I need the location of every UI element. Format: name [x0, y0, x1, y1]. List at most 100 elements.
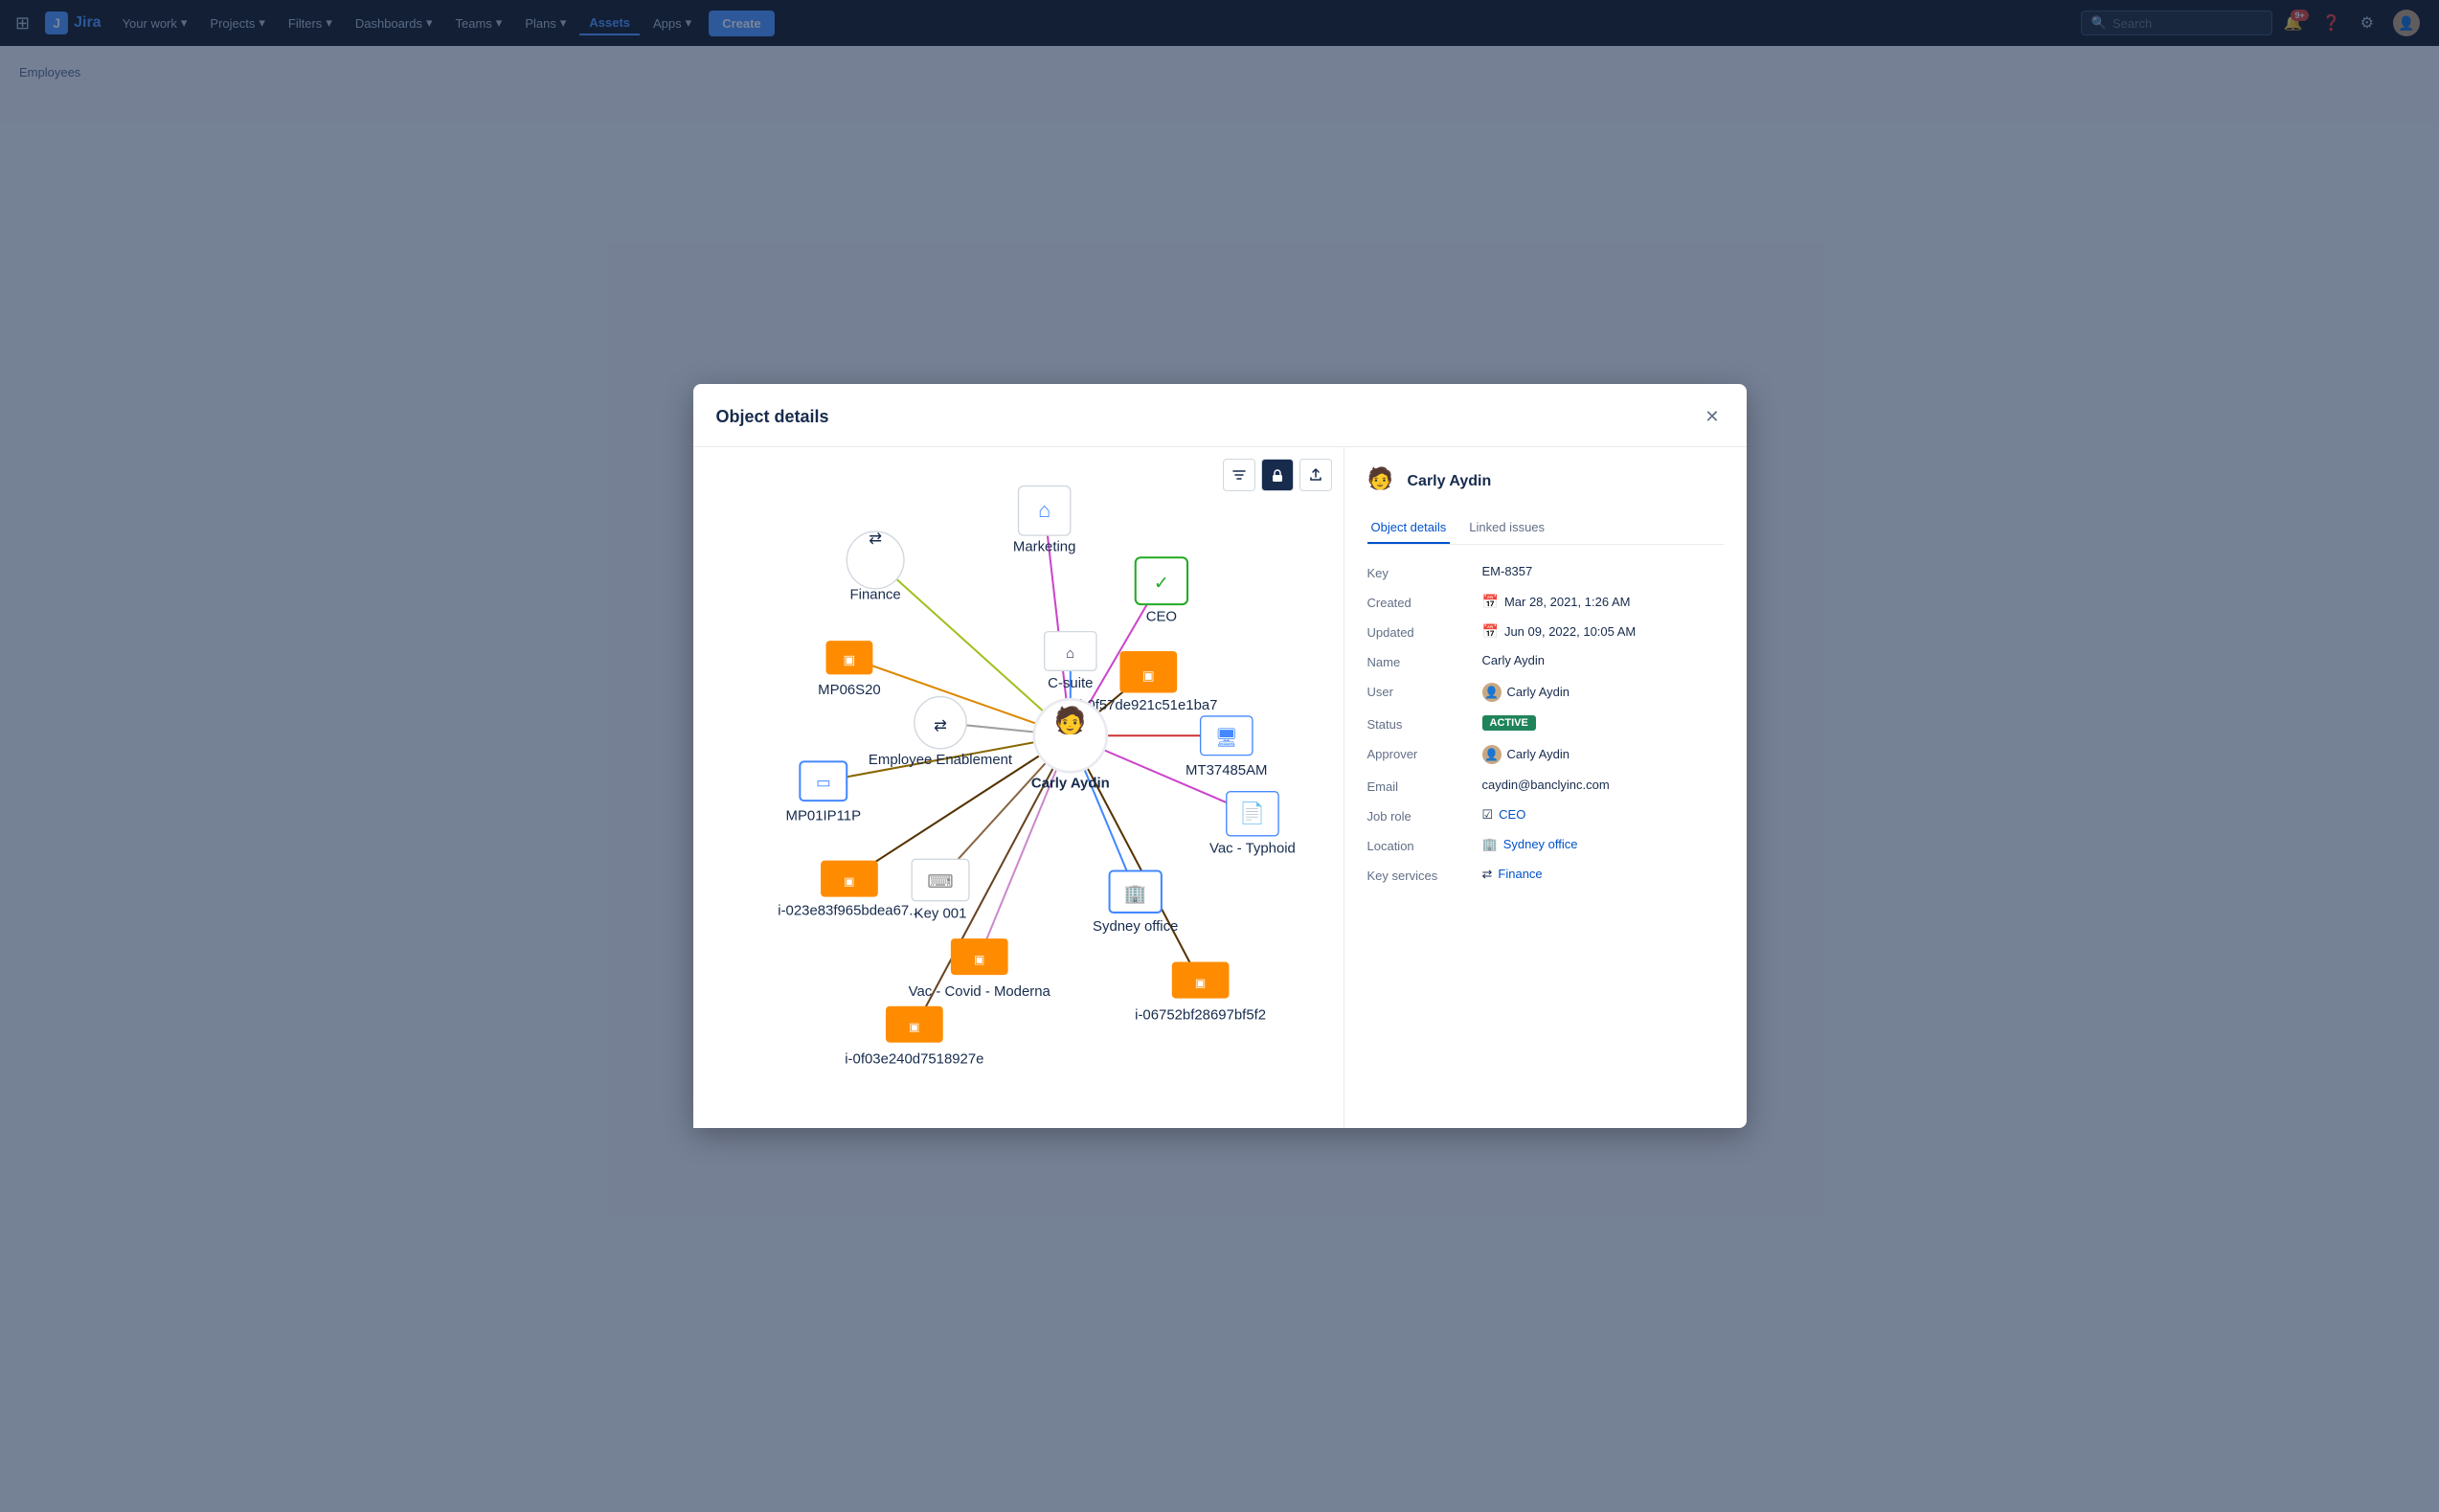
location-value: 🏢 Sydney office: [1482, 837, 1724, 852]
graph-panel: ⇄ Finance ⌂ Marketing ✓ CEO ⌂ C-suite: [693, 447, 1344, 1128]
user-avatar: 👤: [1482, 683, 1502, 702]
mt37485am-label: MT37485AM: [1186, 762, 1267, 779]
filter-tool-button[interactable]: [1223, 459, 1255, 491]
email-label: Email: [1367, 778, 1482, 794]
svg-text:⇄: ⇄: [934, 717, 947, 734]
svg-text:⌂: ⌂: [1066, 645, 1074, 662]
modal-title: Object details: [716, 407, 829, 427]
i023e-label: i-023e83f965bdea67...: [778, 903, 920, 919]
location-label: Location: [1367, 837, 1482, 853]
modal-body: ⇄ Finance ⌂ Marketing ✓ CEO ⌂ C-suite: [693, 447, 1747, 1128]
lock-icon: [1270, 467, 1285, 483]
i0f03e-label: i-0f03e240d7518927e: [845, 1050, 983, 1067]
svg-text:▣: ▣: [973, 953, 984, 966]
detail-location-row: Location 🏢 Sydney office: [1367, 837, 1724, 853]
key-value: EM-8357: [1482, 564, 1724, 578]
object-details-modal: Object details ✕: [693, 384, 1747, 1128]
svg-text:🧑: 🧑: [1053, 704, 1086, 734]
svg-text:🏢: 🏢: [1123, 884, 1146, 904]
finance-label: Finance: [849, 587, 900, 603]
graph-toolbar: [1223, 459, 1332, 491]
jobrole-icon: ☑: [1482, 807, 1494, 823]
jobrole-value: ☑ CEO: [1482, 807, 1724, 823]
modal-overlay[interactable]: Object details ✕: [0, 0, 2439, 1512]
calendar-icon-2: 📅: [1482, 623, 1499, 640]
user-value: 👤 Carly Aydin: [1482, 683, 1724, 702]
svg-text:▣: ▣: [1194, 976, 1206, 989]
jobrole-link[interactable]: CEO: [1499, 807, 1525, 822]
details-panel: 🧑 Carly Aydin Object details Linked issu…: [1344, 447, 1747, 1128]
detail-updated-row: Updated 📅 Jun 09, 2022, 10:05 AM: [1367, 623, 1724, 640]
employee-enablement-label: Employee Enablement: [868, 752, 1012, 768]
details-tabs: Object details Linked issues: [1367, 512, 1724, 545]
name-label: Name: [1367, 653, 1482, 669]
svg-text:📄: 📄: [1239, 801, 1265, 824]
tab-linked-issues[interactable]: Linked issues: [1465, 512, 1548, 544]
detail-status-row: Status ACTIVE: [1367, 715, 1724, 732]
status-value: ACTIVE: [1482, 715, 1724, 731]
export-icon: [1308, 467, 1323, 483]
entity-header: 🧑 Carly Aydin: [1367, 466, 1724, 497]
svg-text:⌨: ⌨: [927, 872, 953, 892]
relationship-graph[interactable]: ⇄ Finance ⌂ Marketing ✓ CEO ⌂ C-suite: [693, 447, 1344, 1128]
updated-value: 📅 Jun 09, 2022, 10:05 AM: [1482, 623, 1724, 640]
lock-tool-button[interactable]: [1261, 459, 1294, 491]
svg-text:✓: ✓: [1153, 574, 1168, 594]
created-label: Created: [1367, 594, 1482, 610]
keyservices-icon: ⇄: [1482, 867, 1493, 882]
status-label: Status: [1367, 715, 1482, 732]
mp06s20-label: MP06S20: [818, 682, 881, 698]
approver-value: 👤 Carly Aydin: [1482, 745, 1724, 764]
detail-user-row: User 👤 Carly Aydin: [1367, 683, 1724, 702]
detail-created-row: Created 📅 Mar 28, 2021, 1:26 AM: [1367, 594, 1724, 610]
detail-jobrole-row: Job role ☑ CEO: [1367, 807, 1724, 824]
marketing-label: Marketing: [1012, 538, 1075, 554]
svg-text:▣: ▣: [1141, 668, 1154, 683]
keyservices-link[interactable]: Finance: [1498, 867, 1542, 881]
location-link[interactable]: Sydney office: [1503, 837, 1578, 851]
svg-text:▣: ▣: [909, 1020, 920, 1033]
filter-icon: [1231, 467, 1247, 483]
i0f57d-label: i-0f57de921c51e1ba7: [1079, 697, 1217, 713]
jobrole-label: Job role: [1367, 807, 1482, 824]
status-badge: ACTIVE: [1482, 715, 1536, 731]
ceo-label: CEO: [1145, 609, 1176, 625]
entity-avatar-icon: 🧑: [1367, 466, 1398, 497]
created-value: 📅 Mar 28, 2021, 1:26 AM: [1482, 594, 1724, 610]
name-value: Carly Aydin: [1482, 653, 1724, 667]
detail-email-row: Email caydin@banclyinc.com: [1367, 778, 1724, 794]
detail-approver-row: Approver 👤 Carly Aydin: [1367, 745, 1724, 764]
vac-covid-label: Vac - Covid - Moderna: [908, 983, 1050, 1000]
svg-text:⇄: ⇄: [869, 530, 882, 547]
csuite-label: C-suite: [1048, 675, 1093, 691]
entity-name: Carly Aydin: [1408, 473, 1492, 490]
user-label: User: [1367, 683, 1482, 699]
carly-node-label: Carly Aydin: [1030, 776, 1109, 792]
svg-text:▣: ▣: [843, 652, 855, 666]
key-label: Key: [1367, 564, 1482, 580]
detail-key-row: Key EM-8357: [1367, 564, 1724, 580]
vac-typhoid-label: Vac - Typhoid: [1209, 840, 1296, 856]
i06752-label: i-06752bf28697bf5f2: [1135, 1006, 1266, 1023]
email-value: caydin@banclyinc.com: [1482, 778, 1724, 792]
detail-keyservices-row: Key services ⇄ Finance: [1367, 867, 1724, 883]
location-icon: 🏢: [1482, 837, 1498, 852]
mp01ip11p-label: MP01IP11P: [785, 807, 861, 824]
approver-avatar: 👤: [1482, 745, 1502, 764]
export-tool-button[interactable]: [1299, 459, 1332, 491]
keyservices-value: ⇄ Finance: [1482, 867, 1724, 882]
keyservices-label: Key services: [1367, 867, 1482, 883]
updated-label: Updated: [1367, 623, 1482, 640]
approver-label: Approver: [1367, 745, 1482, 761]
close-button[interactable]: ✕: [1701, 403, 1723, 431]
sydney-office-label: Sydney office: [1093, 918, 1178, 935]
modal-header: Object details ✕: [693, 384, 1747, 447]
svg-text:▣: ▣: [844, 874, 855, 888]
svg-text:▭: ▭: [816, 775, 830, 792]
calendar-icon: 📅: [1482, 594, 1499, 610]
key001-label: Key 001: [914, 905, 966, 921]
tab-object-details[interactable]: Object details: [1367, 512, 1451, 544]
svg-text:⌂: ⌂: [1038, 498, 1050, 522]
svg-text:🖥: 🖥: [1214, 728, 1237, 748]
detail-name-row: Name Carly Aydin: [1367, 653, 1724, 669]
